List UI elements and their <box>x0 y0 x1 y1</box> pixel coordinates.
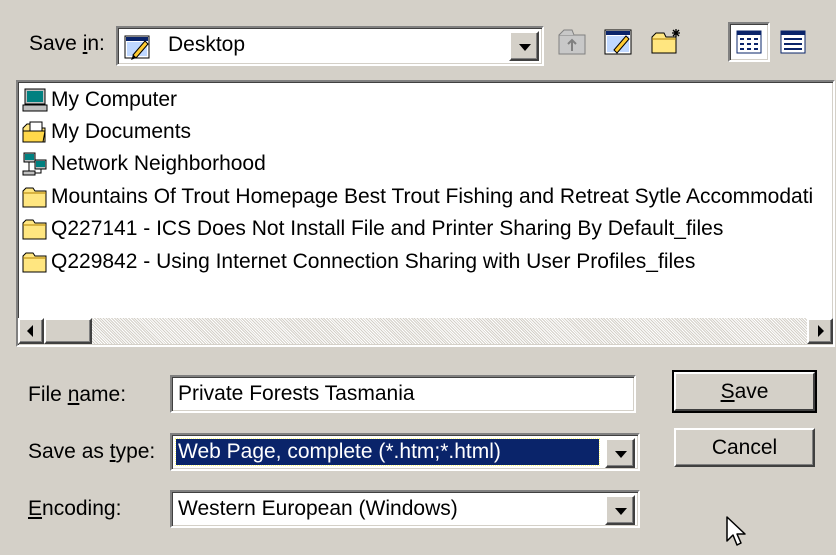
up-one-level-icon <box>558 29 586 55</box>
cancel-button-label: Cancel <box>711 435 778 459</box>
list-item-label: My Computer <box>51 88 178 111</box>
save-button[interactable]: Save <box>672 370 817 413</box>
details-view-icon <box>780 30 806 54</box>
save-button-label: Save <box>720 379 769 403</box>
chevron-down-icon <box>615 451 627 458</box>
arrow-left-icon <box>27 325 33 337</box>
chevron-down-icon <box>519 44 531 51</box>
desktop-folder-icon <box>123 33 153 67</box>
list-item-folder[interactable]: Q227141 - ICS Does Not Install File and … <box>22 213 723 245</box>
folder-icon <box>22 187 47 208</box>
folder-icon <box>22 219 47 240</box>
chevron-down-icon <box>615 508 627 515</box>
desktop-button[interactable] <box>600 22 638 62</box>
encoding-label: Encoding: <box>28 497 122 520</box>
save-as-type-dropdown-button[interactable] <box>605 438 635 468</box>
save-as-type-dropdown[interactable]: Web Page, complete (*.htm;*.html) <box>170 433 640 471</box>
encoding-value: Western European (Windows) <box>178 497 458 520</box>
my-computer-icon <box>22 88 48 112</box>
save-in-dropdown-button[interactable] <box>509 31 539 61</box>
save-as-type-label: Save as type: <box>28 440 156 463</box>
folder-icon <box>22 252 47 273</box>
file-name-input[interactable]: Private Forests Tasmania <box>170 375 636 413</box>
scroll-left-button[interactable] <box>18 318 44 344</box>
encoding-dropdown[interactable]: Western European (Windows) <box>170 490 640 528</box>
save-in-label: Save in: <box>29 32 105 55</box>
new-folder-icon <box>651 29 680 54</box>
file-name-label: File name: <box>28 383 127 406</box>
arrow-right-icon <box>818 325 824 337</box>
list-item-label: Mountains Of Trout Homepage Best Trout F… <box>51 185 814 208</box>
mouse-pointer-icon <box>725 515 749 555</box>
file-name-value: Private Forests Tasmania <box>178 382 415 405</box>
list-view-icon <box>736 30 762 54</box>
desktop-icon <box>604 29 632 55</box>
new-folder-button[interactable] <box>648 22 686 62</box>
my-documents-icon <box>22 121 46 143</box>
scrollbar-thumb[interactable] <box>44 318 92 344</box>
save-in-value: Desktop <box>168 33 246 56</box>
list-item-label: My Documents <box>51 120 192 143</box>
list-item-folder[interactable]: Q229842 - Using Internet Connection Shar… <box>22 246 695 278</box>
list-item-network-neighborhood[interactable]: Network Neighborhood <box>22 148 266 180</box>
encoding-dropdown-button[interactable] <box>605 495 635 525</box>
scroll-right-button[interactable] <box>807 318 833 344</box>
list-item-label: Q227141 - ICS Does Not Install File and … <box>51 217 724 240</box>
list-item-my-documents[interactable]: My Documents <box>22 116 191 148</box>
save-as-type-value: Web Page, complete (*.htm;*.html) <box>175 438 600 466</box>
list-item-my-computer[interactable]: My Computer <box>22 84 177 116</box>
list-view-button[interactable] <box>728 22 770 62</box>
up-one-level-button[interactable] <box>553 22 591 62</box>
cancel-button[interactable]: Cancel <box>674 428 815 467</box>
network-neighborhood-icon <box>22 152 47 176</box>
list-item-label: Network Neighborhood <box>51 152 266 175</box>
details-view-button[interactable] <box>773 22 813 62</box>
horizontal-scrollbar[interactable] <box>18 318 833 344</box>
save-in-dropdown[interactable]: Desktop <box>116 26 544 66</box>
list-item-label: Q229842 - Using Internet Connection Shar… <box>51 250 696 273</box>
file-list[interactable]: My Computer My Documents Network Neighbo… <box>16 80 835 347</box>
list-item-folder[interactable]: Mountains Of Trout Homepage Best Trout F… <box>22 181 813 213</box>
